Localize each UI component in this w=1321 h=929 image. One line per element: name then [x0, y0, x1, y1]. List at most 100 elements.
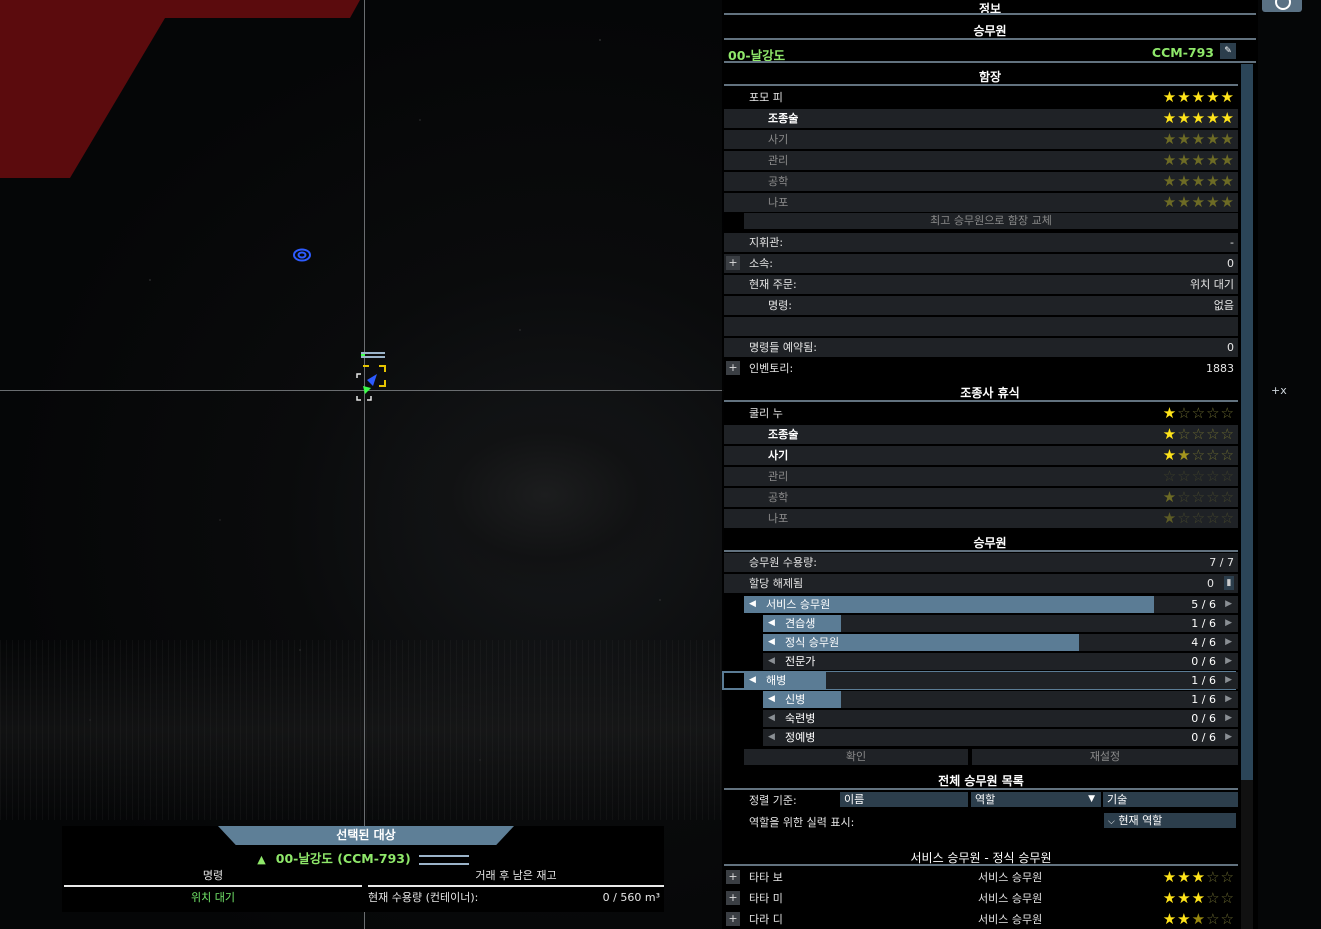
skill-label: 관리: [768, 470, 789, 483]
skill-label: 사기: [768, 449, 789, 462]
skill-label: 조종술: [768, 428, 799, 441]
divider: [724, 38, 1256, 40]
skill-label: 공학: [768, 175, 789, 188]
increase-arrow-icon[interactable]: ▶: [1225, 691, 1232, 708]
role-count: 1 / 6: [1191, 674, 1216, 687]
ship-marker-icon[interactable]: [353, 350, 389, 404]
info-value: 위치 대기: [1190, 278, 1234, 291]
info-row-inventory[interactable]: + 인벤토리: 1883: [724, 359, 1238, 378]
roster-row[interactable]: + 타타 보 서비스 승무원 ★★★☆☆: [724, 868, 1238, 887]
crosshair-vertical: [364, 0, 365, 929]
divider: [724, 61, 1256, 63]
sort-by-role[interactable]: 역할 ▼: [971, 792, 1101, 807]
panel-scrollbar-track[interactable]: [1241, 780, 1253, 929]
role-name: 서비스 승무원: [766, 598, 831, 611]
pilot-skill-row: 나포 ★☆☆☆☆: [724, 509, 1238, 528]
captain-skill-row: 나포 ★★★★★: [724, 193, 1238, 212]
increase-arrow-icon[interactable]: ▶: [1225, 672, 1232, 689]
role-row-apprentice[interactable]: ◀ 견습생 1 / 6 ▶: [763, 615, 1238, 632]
hull-bar-icon: [418, 854, 469, 865]
expand-icon[interactable]: +: [726, 891, 740, 905]
roster-row[interactable]: + 타타 미 서비스 승무원 ★★★☆☆: [724, 889, 1238, 908]
expand-icon[interactable]: +: [726, 870, 740, 884]
role-count: 1 / 6: [1191, 617, 1216, 630]
increase-arrow-icon[interactable]: ▶: [1225, 596, 1232, 613]
divider: [724, 400, 1238, 402]
decrease-arrow-icon[interactable]: ◀: [749, 596, 756, 613]
role-count: 0 / 6: [1191, 731, 1216, 744]
unassigned-row: 할당 해제됨 0 ▮: [724, 574, 1238, 593]
skill-label: 관리: [768, 154, 789, 167]
station-marker-icon[interactable]: [293, 248, 311, 262]
role-row-regular[interactable]: ◀ 정식 승무원 4 / 6 ▶: [763, 634, 1238, 651]
info-label: 명령:: [768, 299, 792, 312]
role-row-service[interactable]: ◀ 서비스 승무원 5 / 6 ▶: [744, 596, 1238, 613]
info-label: 소속:: [749, 257, 773, 270]
sort-by-skill[interactable]: 기술: [1103, 792, 1238, 807]
roster-row[interactable]: + 다라 디 서비스 승무원 ★★★☆☆: [724, 910, 1238, 929]
decrease-arrow-icon[interactable]: ◀: [768, 634, 775, 651]
crew-capacity-row: 승무원 수용량: 7 / 7: [724, 553, 1238, 572]
confirm-button[interactable]: 확인: [744, 749, 968, 765]
decrease-arrow-icon[interactable]: ◀: [768, 729, 775, 746]
expand-icon[interactable]: +: [726, 912, 740, 926]
sort-role-label: 역할: [975, 793, 996, 806]
captain-stars: ★★★★★: [1162, 88, 1235, 106]
unassigned-info-icon[interactable]: ▮: [1224, 576, 1234, 590]
decrease-arrow-icon[interactable]: ◀: [768, 653, 775, 670]
pilot-skill-row: 관리 ☆☆☆☆☆: [724, 467, 1238, 486]
decrease-arrow-icon[interactable]: ◀: [768, 691, 775, 708]
decrease-arrow-icon[interactable]: ◀: [749, 672, 756, 689]
stock-column-header: 거래 후 남은 재고: [368, 868, 664, 887]
pilot-stars: ★☆☆☆☆: [1162, 404, 1235, 422]
pilot-row[interactable]: 쿨리 누 ★☆☆☆☆: [724, 404, 1238, 423]
increase-arrow-icon[interactable]: ▶: [1225, 615, 1232, 632]
increase-arrow-icon[interactable]: ▶: [1225, 653, 1232, 670]
panel-scrollbar-thumb[interactable]: [1241, 64, 1253, 780]
crew-section-header: 승무원: [973, 536, 1007, 550]
captain-skill-row: 사기 ★★★★★: [724, 130, 1238, 149]
info-row-subordinates[interactable]: + 소속: 0: [724, 254, 1238, 273]
increase-arrow-icon[interactable]: ▶: [1225, 729, 1232, 746]
skill-label: 공학: [768, 491, 789, 504]
pilot-section-header: 조종사 휴식: [960, 386, 1020, 400]
skill-display-dropdown[interactable]: ⌵ 현재 역할: [1104, 813, 1236, 828]
role-row-veteran[interactable]: ◀ 숙련병 0 / 6 ▶: [763, 710, 1238, 727]
decrease-arrow-icon[interactable]: ◀: [768, 710, 775, 727]
capacity-value: 0 / 560 m³: [602, 891, 660, 904]
map-viewport[interactable]: [0, 0, 724, 929]
dropdown-arrow-icon: ▼: [1088, 794, 1095, 804]
expand-icon[interactable]: +: [726, 256, 740, 270]
crew-capacity-value: 7 / 7: [1209, 556, 1234, 569]
skill-stars: ★☆☆☆☆: [1162, 425, 1235, 443]
captain-row[interactable]: 포모 피 ★★★★★: [724, 88, 1238, 107]
selected-target-name: 00-날강도 (CCM-793): [275, 851, 411, 866]
skill-display-value: 현재 역할: [1118, 814, 1163, 827]
reset-button[interactable]: 재설정: [972, 749, 1238, 765]
selected-target-name-row[interactable]: ▲ 00-날강도 (CCM-793): [62, 848, 664, 867]
selected-target-title: 선택된 대상: [218, 826, 514, 845]
target-focus-button[interactable]: [1262, 0, 1302, 12]
captain-skill-row: 관리 ★★★★★: [724, 151, 1238, 170]
capacity-label: 현재 수용량 (컨테이너):: [368, 891, 479, 904]
sort-by-name[interactable]: 이름: [840, 792, 968, 807]
captain-skill-row: 조종술 ★★★★★: [724, 109, 1238, 128]
increase-arrow-icon[interactable]: ▶: [1225, 710, 1232, 727]
skill-stars: ★★★★★: [1162, 130, 1235, 148]
info-value: 0: [1227, 257, 1234, 270]
role-row-elite[interactable]: ◀ 정예병 0 / 6 ▶: [763, 729, 1238, 746]
replace-captain-button[interactable]: 최고 승무원으로 함장 교체: [744, 213, 1238, 229]
rename-icon[interactable]: ✎: [1220, 43, 1236, 59]
skill-stars: ★☆☆☆☆: [1162, 509, 1235, 527]
role-row-marines[interactable]: ◀ 해병 1 / 6 ▶: [744, 672, 1238, 689]
crew-member-role: 서비스 승무원: [978, 913, 1043, 926]
divider: [724, 84, 1238, 86]
skill-label: 나포: [768, 196, 789, 209]
role-row-specialist[interactable]: ◀ 전문가 0 / 6 ▶: [763, 653, 1238, 670]
decrease-arrow-icon[interactable]: ◀: [768, 615, 775, 632]
expand-icon[interactable]: +: [726, 361, 740, 375]
role-row-recruit[interactable]: ◀ 신병 1 / 6 ▶: [763, 691, 1238, 708]
increase-arrow-icon[interactable]: ▶: [1225, 634, 1232, 651]
role-name: 전문가: [785, 655, 816, 668]
crew-member-role: 서비스 승무원: [978, 892, 1043, 905]
